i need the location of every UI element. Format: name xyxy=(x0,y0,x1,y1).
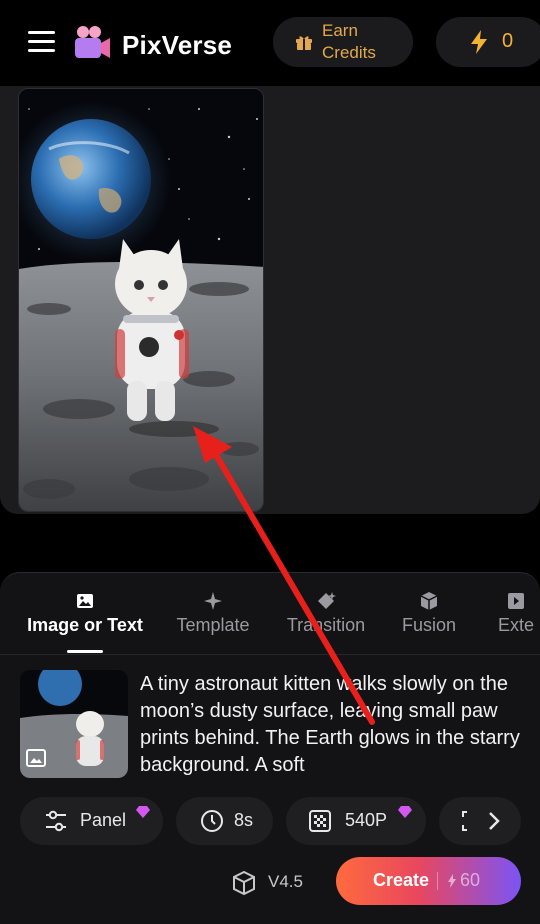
duration-button[interactable]: 8s xyxy=(176,797,273,845)
create-cost: 60 xyxy=(460,870,481,890)
image-icon xyxy=(77,594,93,608)
tab-template[interactable]: Template xyxy=(168,591,258,636)
duration-label: 8s xyxy=(234,810,254,830)
app-header: PixVerse Earn Credits 0 xyxy=(0,0,540,84)
premium-gem-icon xyxy=(398,806,412,818)
resolution-button[interactable]: 540P xyxy=(286,797,426,845)
tab-label: Transition xyxy=(286,615,366,635)
aspect-ratio-icon xyxy=(462,811,467,831)
credits-balance-button[interactable]: 0 xyxy=(436,17,540,67)
tab-label: Image or Text xyxy=(27,615,143,635)
clock-icon xyxy=(201,810,223,832)
menu-icon[interactable] xyxy=(28,29,55,53)
tab-label: Fusion xyxy=(401,615,457,635)
more-options-button[interactable] xyxy=(439,797,521,845)
reference-image-thumbnail[interactable] xyxy=(20,670,128,778)
credits-value: 0 xyxy=(502,30,514,52)
earn-credits-label: Earn Credits xyxy=(322,21,376,62)
sparkle-icon xyxy=(204,592,222,610)
cube-icon xyxy=(420,592,438,610)
panel-button[interactable]: Panel xyxy=(20,797,163,845)
create-button[interactable]: Create 60 xyxy=(336,857,521,905)
extend-icon xyxy=(508,593,524,609)
tab-image-or-text[interactable]: Image or Text xyxy=(24,591,146,636)
tab-label: Template xyxy=(176,615,250,635)
brand-name: PixVerse xyxy=(122,30,233,60)
generated-video-thumbnail[interactable] xyxy=(18,88,264,512)
lightning-icon xyxy=(448,874,456,888)
mode-tabs: Image or Text Template Transition Fusion xyxy=(0,573,540,655)
chevron-right-icon[interactable] xyxy=(487,810,501,832)
tab-transition[interactable]: Transition xyxy=(280,591,372,636)
sliders-icon xyxy=(46,810,66,832)
active-tab-indicator xyxy=(67,650,103,653)
tab-extend[interactable]: Exte xyxy=(486,591,540,636)
panel-label: Panel xyxy=(80,810,127,830)
gift-icon xyxy=(296,36,312,50)
premium-gem-icon xyxy=(136,806,150,818)
tab-fusion[interactable]: Fusion xyxy=(394,591,464,636)
earn-credits-button[interactable]: Earn Credits xyxy=(273,17,413,67)
create-label: Create xyxy=(373,870,430,890)
lightning-icon xyxy=(471,30,487,54)
image-badge-icon xyxy=(26,749,46,767)
tab-label: Exte xyxy=(497,615,535,635)
create-divider xyxy=(437,872,438,890)
resolution-label: 540P xyxy=(345,810,388,830)
transition-icon xyxy=(318,592,336,609)
astronaut-kitten-moon-image xyxy=(19,89,263,511)
model-version-label: V4.5 xyxy=(268,872,303,891)
pixverse-logo-icon[interactable] xyxy=(72,23,112,63)
prompt-input[interactable]: A tiny astronaut kitten walks slowly on … xyxy=(140,671,530,779)
resolution-icon xyxy=(309,810,331,832)
model-cube-icon xyxy=(233,870,255,896)
